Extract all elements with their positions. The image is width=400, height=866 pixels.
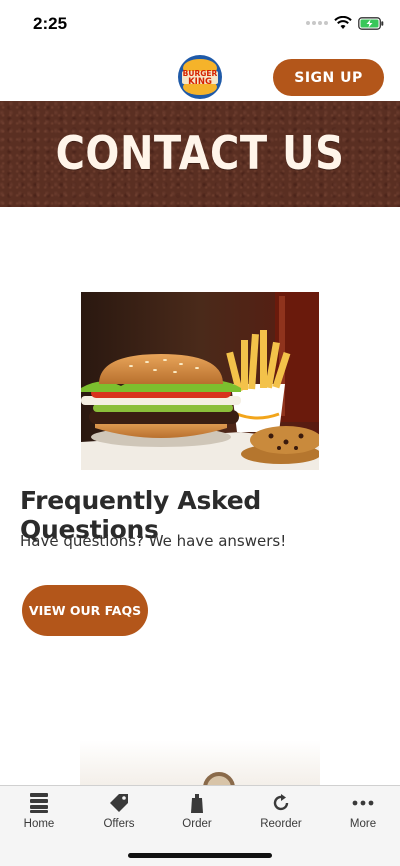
hero-banner: CONTACT US: [0, 101, 400, 207]
tab-label: Offers: [103, 818, 135, 830]
reorder-icon: [271, 793, 291, 813]
wifi-icon: [334, 16, 352, 29]
tab-label: Home: [23, 818, 55, 830]
status-time: 2:25: [33, 14, 68, 33]
tab-offers[interactable]: Offers: [79, 786, 159, 836]
tag-icon: [109, 793, 129, 813]
bag-icon: [190, 793, 204, 813]
svg-text:KING: KING: [188, 77, 212, 87]
home-icon: [30, 793, 48, 813]
battery-charging-icon: [358, 16, 384, 30]
app-header: BURGER KING SIGN UP: [0, 48, 400, 102]
cellular-signal-icon: [306, 21, 328, 25]
tab-order[interactable]: Order: [157, 786, 237, 836]
faq-subtitle: Have questions? We have answers!: [20, 532, 287, 550]
home-indicator[interactable]: [128, 853, 272, 858]
status-bar: 2:25: [0, 0, 400, 48]
sign-up-button[interactable]: SIGN UP: [273, 59, 384, 96]
status-icons: [306, 16, 384, 30]
more-icon: [352, 793, 374, 813]
food-image: [81, 292, 319, 470]
view-faqs-button[interactable]: VIEW OUR FAQS: [22, 585, 148, 636]
next-section-peek: [80, 740, 320, 786]
tab-more[interactable]: More: [323, 786, 400, 836]
tab-label: Order: [182, 818, 212, 830]
page-title: CONTACT US: [55, 127, 345, 181]
tab-label: Reorder: [260, 818, 302, 830]
burger-king-logo[interactable]: BURGER KING: [177, 54, 223, 100]
tab-reorder[interactable]: Reorder: [241, 786, 321, 836]
tab-home[interactable]: Home: [0, 786, 79, 836]
tab-label: More: [349, 818, 377, 830]
